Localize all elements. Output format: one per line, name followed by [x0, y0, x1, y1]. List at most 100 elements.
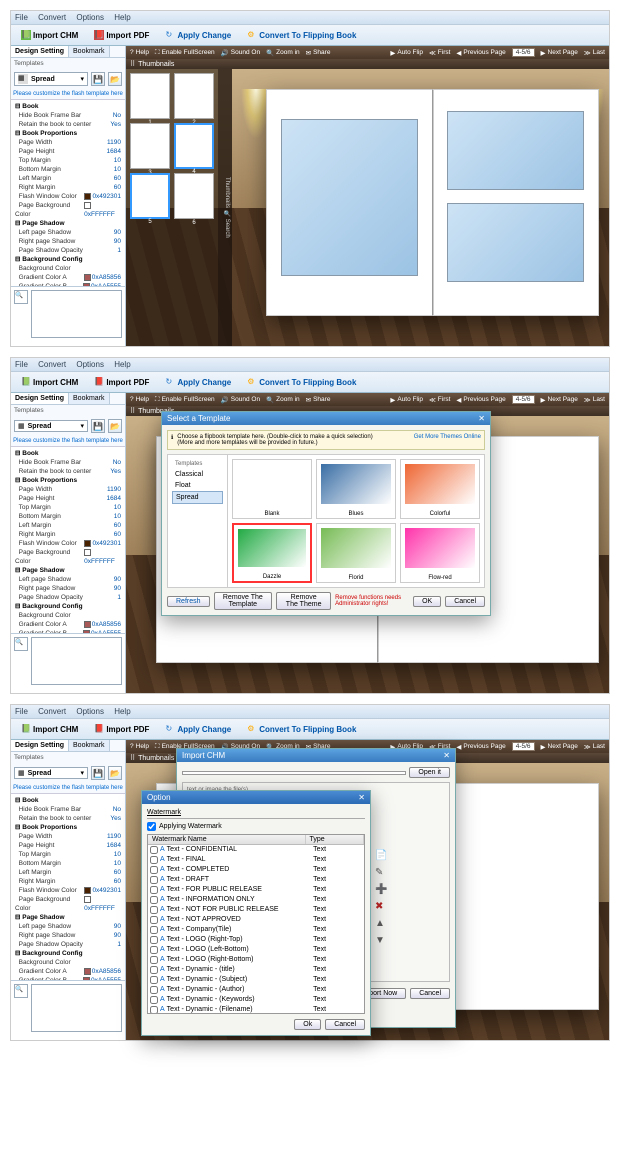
- first-button[interactable]: ≪ First: [429, 396, 450, 404]
- thumbnail-2[interactable]: [174, 73, 214, 119]
- template-dropdown[interactable]: ▦Spread▾: [14, 420, 88, 432]
- watermark-row[interactable]: AText - Dynamic - (Keywords)Text: [148, 995, 364, 1005]
- help-button[interactable]: ? Help: [130, 396, 149, 403]
- thumbnail-6[interactable]: [174, 173, 214, 219]
- help-button[interactable]: ? Help: [130, 743, 149, 750]
- property-tree[interactable]: ⊟ Book Hide Book Frame BarNo Retain the …: [11, 446, 125, 633]
- fullscreen-button[interactable]: ⛶ Enable FullScreen: [155, 396, 215, 404]
- template-dropdown[interactable]: ▦ Spread ▾: [14, 72, 88, 86]
- rail-search[interactable]: Search: [224, 219, 230, 238]
- file-path-input[interactable]: [182, 771, 406, 775]
- first-button[interactable]: ≪ First: [429, 49, 450, 57]
- watermark-row[interactable]: AText - DRAFTText: [148, 875, 364, 885]
- preview-button[interactable]: 🔍: [14, 984, 28, 998]
- thumbnail-1[interactable]: [130, 73, 170, 119]
- menu-options[interactable]: Options: [76, 13, 104, 22]
- watermark-tab[interactable]: Watermark: [147, 809, 181, 816]
- more-themes-link[interactable]: Get More Themes Online: [414, 434, 481, 440]
- watermark-row[interactable]: AText - LOGO (Right-Bottom)Text: [148, 955, 364, 965]
- tab-bookmark[interactable]: Bookmark: [69, 393, 110, 404]
- cat-classical[interactable]: Classical: [172, 469, 223, 480]
- menu-file[interactable]: File: [15, 360, 28, 369]
- delete-watermark-icon[interactable]: ✖: [375, 901, 387, 912]
- watermark-row[interactable]: AText - Dynamic - (Author)Text: [148, 985, 364, 995]
- autoflip-button[interactable]: ▶ Auto Flip: [390, 49, 423, 57]
- convert-button[interactable]: ⚙Convert To Flipping Book: [242, 375, 361, 389]
- add-watermark-icon[interactable]: ➕: [375, 884, 387, 895]
- convert-button[interactable]: ⚙Convert To Flipping Book: [242, 28, 361, 42]
- cancel-button[interactable]: Cancel: [325, 1019, 365, 1030]
- import-pdf-button[interactable]: 📕Import PDF: [89, 375, 154, 389]
- move-down-icon[interactable]: ▼: [375, 935, 387, 946]
- open-template-button[interactable]: 📂: [108, 419, 122, 433]
- tab-bookmark[interactable]: Bookmark: [69, 46, 110, 57]
- ok-button[interactable]: Ok: [294, 1019, 321, 1030]
- last-button[interactable]: ≫ Last: [584, 396, 605, 404]
- cancel-button[interactable]: Cancel: [445, 596, 485, 607]
- menu-help[interactable]: Help: [114, 707, 130, 716]
- watermark-row[interactable]: AText - INFORMATION ONLYText: [148, 895, 364, 905]
- remove-theme-button[interactable]: Remove The Theme: [276, 592, 331, 610]
- watermark-row[interactable]: AText - FOR PUBLIC RELEASEText: [148, 885, 364, 895]
- customize-link[interactable]: Please customize the flash template here: [11, 783, 125, 793]
- next-button[interactable]: ▶ Next Page: [541, 49, 578, 57]
- apply-change-button[interactable]: ↻Apply Change: [160, 722, 236, 736]
- tab-design-setting[interactable]: Design Setting: [11, 393, 69, 404]
- prev-button[interactable]: ◀ Previous Page: [456, 396, 505, 404]
- open-template-button[interactable]: 📂: [108, 766, 122, 780]
- remove-template-button[interactable]: Remove The Template: [214, 592, 273, 610]
- apply-change-button[interactable]: ↻Apply Change: [160, 28, 236, 42]
- convert-button[interactable]: ⚙Convert To Flipping Book: [242, 722, 361, 736]
- menu-help[interactable]: Help: [114, 13, 130, 22]
- menu-options[interactable]: Options: [76, 360, 104, 369]
- watermark-row[interactable]: AText - COMPLETEDText: [148, 865, 364, 875]
- new-watermark-icon[interactable]: 📄: [375, 850, 387, 861]
- prev-button[interactable]: ◀ Previous Page: [456, 49, 505, 57]
- apply-change-button[interactable]: ↻Apply Change: [160, 375, 236, 389]
- watermark-row[interactable]: AText - Dynamic - (Subject)Text: [148, 975, 364, 985]
- menu-convert[interactable]: Convert: [38, 13, 66, 22]
- menu-convert[interactable]: Convert: [38, 707, 66, 716]
- import-chm-button[interactable]: 📗Import CHM: [16, 375, 83, 389]
- rail-thumbnails[interactable]: Thumbnails: [224, 177, 230, 208]
- customize-link[interactable]: Please customize the flash template here: [11, 89, 125, 99]
- save-template-button[interactable]: 💾: [91, 419, 105, 433]
- page-indicator[interactable]: 4-5/6: [512, 395, 535, 404]
- save-template-button[interactable]: 💾: [91, 766, 105, 780]
- preview-button[interactable]: 🔍: [14, 290, 28, 304]
- zoom-button[interactable]: 🔍 Zoom in: [266, 396, 300, 404]
- template-florid[interactable]: Florid: [316, 523, 396, 583]
- zoom-button[interactable]: 🔍 Zoom in: [266, 49, 300, 57]
- template-blank[interactable]: Blank: [232, 459, 312, 519]
- thumbnail-4[interactable]: [174, 123, 214, 169]
- save-template-button[interactable]: 💾: [91, 72, 105, 86]
- prev-button[interactable]: ◀ Previous Page: [456, 743, 505, 751]
- watermark-row[interactable]: AText - LOGO (Left-Bottom)Text: [148, 945, 364, 955]
- cancel-button[interactable]: Cancel: [410, 988, 450, 999]
- template-dazzle[interactable]: Dazzle: [232, 523, 312, 583]
- thumbnail-3[interactable]: [130, 123, 170, 169]
- preview-button[interactable]: 🔍: [14, 637, 28, 651]
- sound-button[interactable]: 🔊 Sound On: [221, 49, 260, 57]
- open-template-button[interactable]: 📂: [108, 72, 122, 86]
- watermark-row[interactable]: AText - Company(Tile)Text: [148, 925, 364, 935]
- share-button[interactable]: ✉ Share: [306, 49, 331, 57]
- property-tree[interactable]: ⊟ Book Hide Book Frame BarNo Retain the …: [11, 99, 125, 286]
- watermark-row[interactable]: AText - Dynamic - (Filename)Text: [148, 1005, 364, 1014]
- refresh-button[interactable]: Refresh: [167, 596, 210, 607]
- tab-bookmark[interactable]: Bookmark: [69, 740, 110, 751]
- open-book[interactable]: [266, 89, 599, 316]
- import-pdf-button[interactable]: 📕Import PDF: [89, 722, 154, 736]
- ok-button[interactable]: OK: [413, 596, 441, 607]
- help-button[interactable]: ? Help: [130, 49, 149, 56]
- last-button[interactable]: ≫ Last: [584, 49, 605, 57]
- close-icon[interactable]: ✕: [478, 414, 485, 423]
- watermark-list[interactable]: Watermark Name Type AText - CONFIDENTIAL…: [147, 834, 365, 1014]
- close-icon[interactable]: ✕: [443, 751, 450, 760]
- template-colorful[interactable]: Colorful: [400, 459, 480, 519]
- thumbnail-rail[interactable]: Thumbnails 🔍 Search: [218, 69, 232, 346]
- tab-design-setting[interactable]: Design Setting: [11, 46, 69, 57]
- import-pdf-button[interactable]: 📕Import PDF: [89, 28, 154, 42]
- menu-file[interactable]: File: [15, 707, 28, 716]
- import-chm-button[interactable]: 📗Import CHM: [16, 722, 83, 736]
